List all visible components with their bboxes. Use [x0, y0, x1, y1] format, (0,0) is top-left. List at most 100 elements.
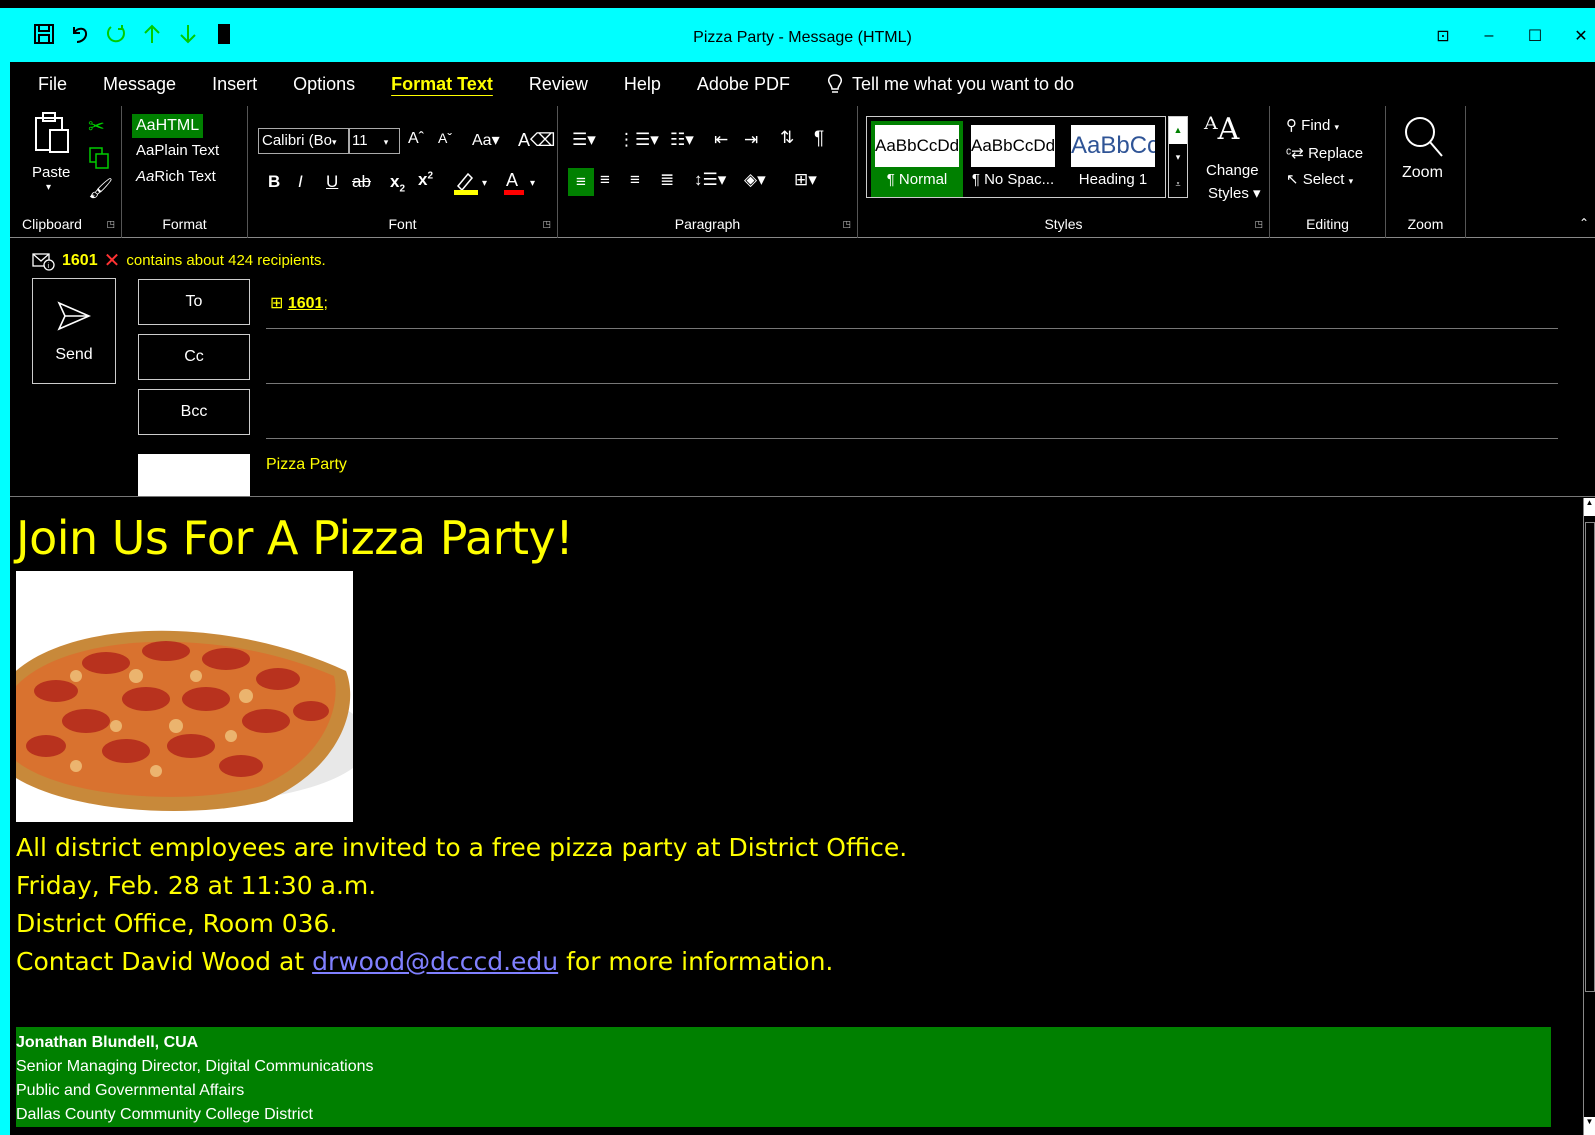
show-formatting-icon[interactable]: ¶	[814, 128, 824, 150]
copy-icon[interactable]	[88, 146, 110, 174]
font-family-value: Calibri (Bo	[262, 132, 333, 149]
bold-icon[interactable]: B	[268, 172, 280, 192]
font-label: Font	[388, 216, 417, 232]
bullets-icon[interactable]: ☰▾	[572, 130, 596, 150]
tell-me-search[interactable]: Tell me what you want to do	[808, 73, 1092, 95]
styles-launcher-icon[interactable]: ◳	[1254, 219, 1263, 230]
paste-dropdown-icon[interactable]: ▾	[46, 182, 51, 193]
zoom-button[interactable]	[1402, 114, 1446, 164]
body-headline: Join Us For A Pizza Party!	[16, 511, 574, 565]
paragraph-group: ☰▾ ⋮☰▾ ☷▾ ⇤ ⇥ ⇅ ¶ ≡ ≡ ≡ ≣ ↕☰▾ ◈▾ ⊞▾ Para…	[558, 106, 858, 238]
cc-field[interactable]	[266, 383, 1558, 384]
change-styles-icon[interactable]: ᴬA	[1204, 112, 1239, 147]
change-styles-label[interactable]: Change	[1206, 162, 1259, 179]
ribbon: Paste ▾ ✂ 🖌 Clipboard ◳ AaHTML AaPlain T…	[10, 106, 1595, 238]
increase-indent-icon[interactable]: ⇥	[744, 130, 758, 150]
align-left-icon[interactable]: ≡	[568, 168, 594, 196]
body-scrollbar[interactable]: ▲ ▼	[1583, 498, 1595, 1135]
window-title: Pizza Party - Message (HTML)	[693, 29, 912, 46]
remove-icon[interactable]: ✕	[104, 248, 121, 273]
scroll-down-icon[interactable]: ▾	[1169, 144, 1187, 171]
font-size-select[interactable]: 11 ▾	[348, 128, 400, 154]
underline-icon[interactable]: U	[326, 172, 338, 192]
select-button[interactable]: ↖ Select ▾	[1286, 170, 1353, 188]
change-styles-label-2[interactable]: Styles ▾	[1208, 184, 1261, 202]
tab-options[interactable]: Options	[275, 74, 373, 95]
font-family-select[interactable]: Calibri (Bo▾	[258, 128, 350, 154]
align-right-icon[interactable]: ≡	[630, 170, 640, 190]
superscript-icon[interactable]: x2	[418, 170, 433, 190]
collapse-ribbon-icon[interactable]: ⌃	[1579, 216, 1589, 230]
signature-name: Jonathan Blundell, CUA	[16, 1034, 199, 1051]
change-case-icon[interactable]: Aa▾	[472, 130, 500, 150]
replace-button[interactable]: ᶜ⇄ Replace	[1286, 144, 1363, 162]
find-button[interactable]: ⚲ Find ▾	[1286, 116, 1339, 134]
align-center-icon[interactable]: ≡	[600, 170, 610, 190]
close-icon[interactable]: ✕	[1573, 26, 1589, 46]
maximize-icon[interactable]: ☐	[1527, 26, 1543, 46]
minimize-icon[interactable]: –	[1481, 27, 1497, 45]
expand-group-icon[interactable]: ⊞	[270, 295, 283, 312]
email-link[interactable]: drwood@dcccd.edu	[312, 947, 558, 976]
scroll-thumb[interactable]	[1585, 522, 1595, 992]
bcc-button[interactable]: Bcc	[138, 389, 250, 435]
signature-organization: Dallas County Community College District	[16, 1106, 313, 1123]
bcc-field[interactable]	[266, 438, 1558, 439]
scroll-up-icon[interactable]: ▲	[1584, 498, 1595, 516]
subscript-icon[interactable]: x2	[390, 172, 405, 194]
subject-field[interactable]: Pizza Party	[266, 456, 347, 474]
to-button[interactable]: To	[138, 279, 250, 325]
style-no-spacing[interactable]: AaBbCcDd ¶ No Spac...	[967, 121, 1059, 197]
sort-icon[interactable]: ⇅	[780, 128, 794, 148]
tab-adobe-pdf[interactable]: Adobe PDF	[679, 74, 808, 95]
message-body[interactable]: Join Us For A Pizza Party! All district …	[10, 496, 1595, 1135]
tab-format-text[interactable]: Format Text	[373, 74, 511, 95]
style-heading-1-name: Heading 1	[1078, 171, 1148, 188]
plain-text-button[interactable]: AaPlain Text	[136, 142, 219, 159]
tab-insert[interactable]: Insert	[194, 74, 275, 95]
rich-text-icon: Aa	[136, 168, 155, 185]
italic-icon[interactable]: I	[298, 172, 303, 192]
cut-icon[interactable]: ✂	[88, 114, 105, 139]
tab-file[interactable]: File	[10, 74, 85, 95]
replace-icon: ᶜ⇄	[1286, 145, 1304, 162]
format-painter-icon[interactable]: 🖌	[88, 176, 113, 201]
scroll-down-icon[interactable]: ▼	[1584, 1117, 1595, 1135]
grow-font-icon[interactable]: Aˆ	[408, 130, 424, 148]
more-styles-icon[interactable]: ⩡	[1169, 171, 1187, 197]
html-format-button[interactable]: AaHTML	[132, 114, 204, 138]
styles-scroll[interactable]: ▲ ▾ ⩡	[1168, 116, 1188, 198]
multilevel-list-icon[interactable]: ☷▾	[670, 130, 694, 150]
clear-formatting-icon[interactable]: A⌫	[518, 130, 555, 151]
shading-icon[interactable]: ◈▾	[744, 170, 766, 190]
shrink-font-icon[interactable]: Aˇ	[438, 130, 452, 146]
editing-label: Editing	[1306, 216, 1349, 232]
email-signature: Jonathan Blundell, CUA Senior Managing D…	[16, 1027, 1551, 1127]
decrease-indent-icon[interactable]: ⇤	[714, 130, 728, 150]
recipient-group[interactable]: 1601	[288, 295, 324, 312]
paste-button[interactable]	[32, 110, 72, 160]
tab-review[interactable]: Review	[511, 74, 606, 95]
cc-button[interactable]: Cc	[138, 334, 250, 380]
ribbon-display-options-icon[interactable]: ⊡	[1435, 26, 1451, 46]
clipboard-launcher-icon[interactable]: ◳	[106, 219, 115, 230]
tab-message[interactable]: Message	[85, 74, 194, 95]
paragraph-launcher-icon[interactable]: ◳	[842, 219, 851, 230]
to-field[interactable]: ⊞ 1601;	[270, 293, 328, 313]
borders-icon[interactable]: ⊞▾	[794, 170, 817, 190]
send-button[interactable]: Send	[32, 278, 116, 384]
line-spacing-icon[interactable]: ↕☰▾	[694, 170, 726, 190]
font-color-icon[interactable]: A ▾	[502, 168, 542, 200]
styles-label: Styles	[1044, 216, 1083, 232]
rich-text-button[interactable]: AaRich Text	[136, 168, 216, 185]
scroll-up-icon[interactable]: ▲	[1169, 117, 1187, 144]
style-heading-1[interactable]: AaBbCc Heading 1	[1067, 121, 1159, 197]
numbering-icon[interactable]: ⋮☰▾	[618, 130, 659, 150]
zoom-button-label[interactable]: Zoom	[1402, 164, 1443, 182]
font-launcher-icon[interactable]: ◳	[542, 219, 551, 230]
tab-help[interactable]: Help	[606, 74, 679, 95]
highlight-color-icon[interactable]: ▾	[452, 168, 492, 200]
strikethrough-icon[interactable]: ab	[352, 172, 371, 192]
style-normal[interactable]: AaBbCcDd ¶ Normal	[871, 121, 963, 197]
justify-icon[interactable]: ≣	[660, 170, 674, 190]
